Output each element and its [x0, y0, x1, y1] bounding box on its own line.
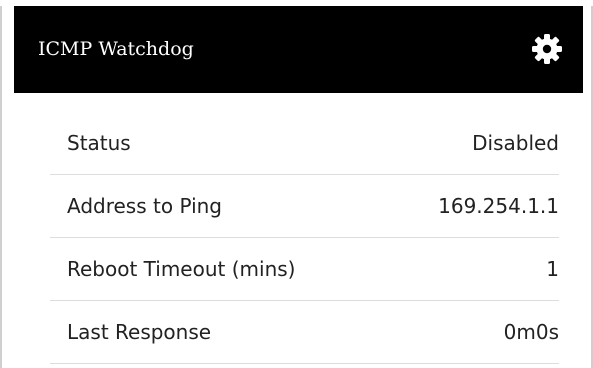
reboot-timeout-row: Reboot Timeout (mins) 1 — [50, 238, 559, 301]
row-label: Last Response — [67, 320, 212, 344]
last-response-row: Last Response 0m0s — [50, 301, 559, 364]
icmp-watchdog-card: ICMP Watchdog Status Disabled Address to… — [0, 6, 593, 368]
row-value: 0m0s — [503, 320, 559, 344]
card-title: ICMP Watchdog — [38, 38, 194, 60]
row-label: Reboot Timeout (mins) — [67, 257, 296, 281]
status-list: Status Disabled Address to Ping 169.254.… — [50, 112, 559, 364]
row-value: Disabled — [472, 131, 559, 155]
address-row: Address to Ping 169.254.1.1 — [50, 175, 559, 238]
row-label: Address to Ping — [67, 194, 222, 218]
gear-icon[interactable] — [531, 33, 563, 65]
row-value: 169.254.1.1 — [438, 194, 559, 218]
row-label: Status — [67, 131, 131, 155]
row-value: 1 — [546, 257, 559, 281]
status-row: Status Disabled — [50, 112, 559, 175]
card-header: ICMP Watchdog — [14, 6, 583, 93]
